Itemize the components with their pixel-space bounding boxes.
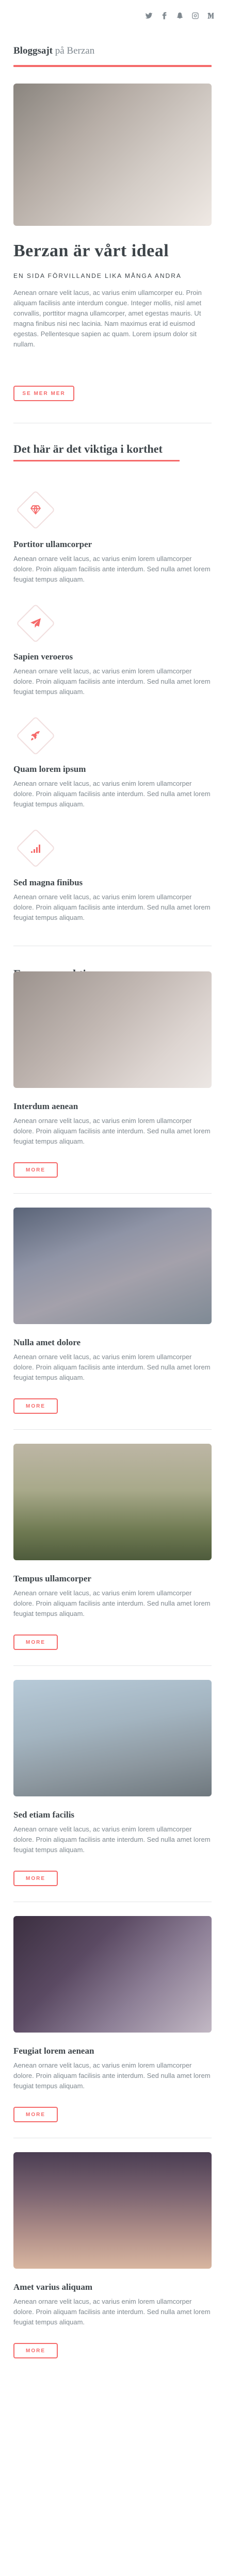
feature-title: Quam lorem ipsum — [13, 764, 86, 774]
post-divider — [13, 1429, 212, 1430]
post-text: Aenean ornare velit lacus, ac varius eni… — [13, 1353, 211, 1381]
logo-bold-text: Bloggsajt — [13, 45, 53, 56]
instagram-icon[interactable] — [191, 11, 199, 20]
logo-light-text: på Berzan — [55, 45, 95, 56]
page: Bloggsajt på Berzan Berzan är vårt ideal… — [0, 0, 225, 2576]
post-divider — [13, 1193, 212, 1194]
more-button[interactable]: More — [13, 2107, 58, 2122]
more-button[interactable]: More — [13, 1398, 58, 1414]
feature-text: Aenean ornare velit lacus, ac varius eni… — [13, 780, 211, 808]
banner-button[interactable]: Se mer mer — [13, 386, 74, 401]
features-heading-underline — [13, 460, 180, 461]
post-image — [13, 2152, 212, 2269]
paper-plane-icon — [22, 609, 50, 637]
twitter-icon[interactable] — [144, 11, 153, 20]
features-heading: Det här är det viktiga i korthet — [13, 442, 163, 455]
feature-title: Portitor ullamcorper — [13, 539, 92, 549]
feature-title: Sed magna finibus — [13, 878, 83, 887]
post-text: Aenean ornare velit lacus, ac varius eni… — [13, 1589, 211, 1617]
signal-icon — [22, 834, 50, 862]
post-image — [13, 1444, 212, 1560]
snapchat-icon[interactable] — [175, 11, 184, 20]
post-image — [13, 1916, 212, 2033]
banner-image — [13, 84, 212, 226]
post-image — [13, 1680, 212, 1796]
post-title: Feugiat lorem aenean — [13, 2046, 94, 2056]
post-text: Aenean ornare velit lacus, ac varius eni… — [13, 2298, 211, 2326]
post-image — [13, 1208, 212, 1324]
gem-icon — [22, 496, 50, 524]
facebook-icon[interactable] — [160, 11, 168, 20]
post-divider — [13, 1665, 212, 1666]
more-button[interactable]: More — [13, 1634, 58, 1650]
banner-title: Berzan är vårt ideal — [13, 241, 169, 260]
medium-icon[interactable] — [206, 11, 215, 20]
social-icons — [144, 11, 215, 20]
post-title: Amet varius aliquam — [13, 2282, 92, 2292]
post-text: Aenean ornare velit lacus, ac varius eni… — [13, 2061, 211, 2090]
post-title: Tempus ullamcorper — [13, 1574, 91, 1583]
post-title: Interdum aenean — [13, 1101, 78, 1111]
banner-subtitle: En sida förvillande lika många andra — [13, 272, 182, 279]
more-button[interactable]: More — [13, 2343, 58, 2358]
post-text: Aenean ornare velit lacus, ac varius eni… — [13, 1825, 211, 1854]
rocket-icon — [22, 722, 50, 750]
more-button[interactable]: More — [13, 1871, 58, 1886]
feature-text: Aenean ornare velit lacus, ac varius eni… — [13, 555, 211, 583]
more-button[interactable]: More — [13, 1162, 58, 1178]
post-image — [13, 971, 212, 1088]
banner-text: Aenean ornare velit lacus, ac varius eni… — [13, 289, 202, 348]
post-text: Aenean ornare velit lacus, ac varius eni… — [13, 1117, 211, 1145]
feature-text: Aenean ornare velit lacus, ac varius eni… — [13, 893, 211, 921]
header-divider — [13, 65, 212, 67]
feature-title: Sapien veroeros — [13, 652, 73, 662]
post-title: Sed etiam facilis — [13, 1810, 75, 1820]
feature-text: Aenean ornare velit lacus, ac varius eni… — [13, 667, 211, 696]
site-logo[interactable]: Bloggsajt på Berzan — [13, 45, 94, 57]
post-title: Nulla amet dolore — [13, 1337, 81, 1347]
